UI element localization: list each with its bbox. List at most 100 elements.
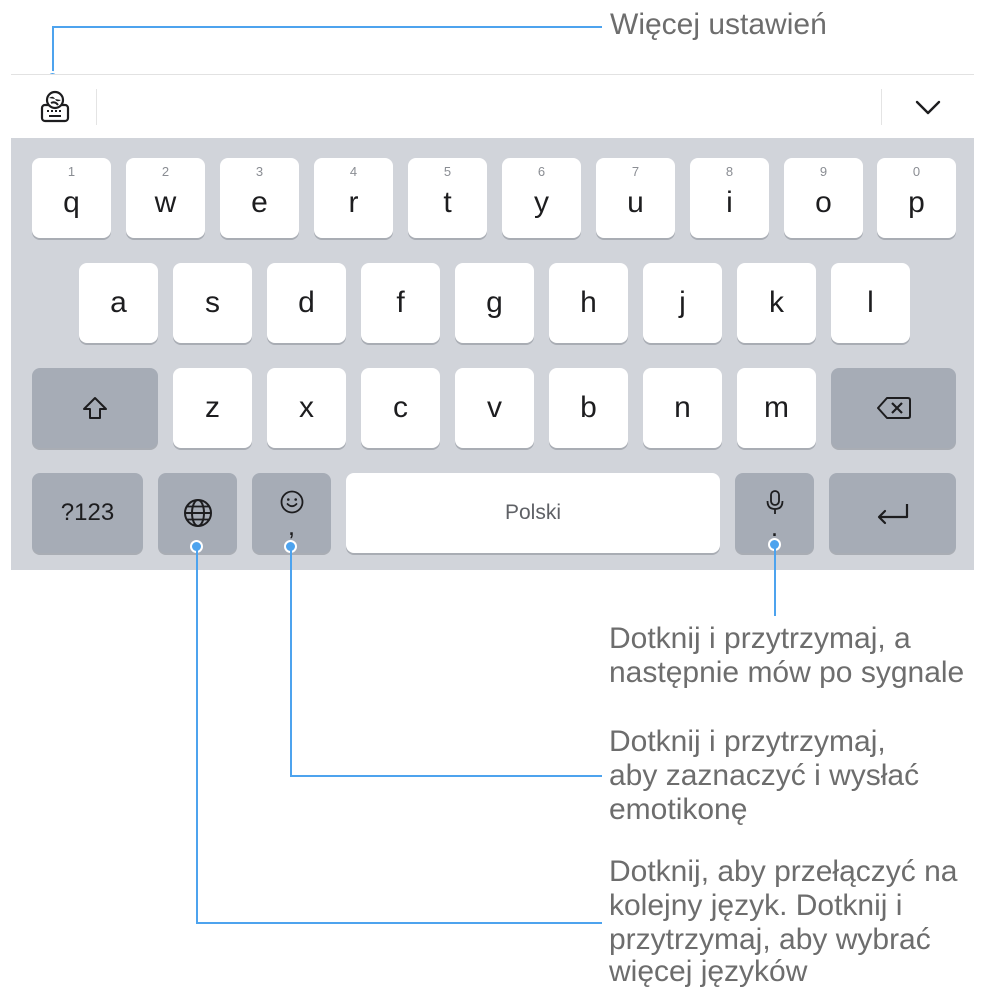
enter-arrow-icon bbox=[877, 504, 908, 525]
key-label: r bbox=[348, 186, 359, 219]
key-b[interactable]: b bbox=[549, 368, 628, 448]
language-callout-line-h bbox=[196, 922, 602, 924]
key-c[interactable]: c bbox=[361, 368, 440, 448]
globe-icon bbox=[183, 499, 212, 527]
key-u[interactable]: 7 u bbox=[596, 158, 675, 238]
key-s[interactable]: s bbox=[173, 263, 252, 343]
key-label: a bbox=[110, 286, 127, 319]
language-callout-line-v bbox=[196, 545, 198, 924]
emoji-comma-stack: , bbox=[279, 489, 305, 541]
key-label: g bbox=[486, 286, 503, 319]
key-q[interactable]: 1 q bbox=[32, 158, 111, 238]
key-hint: 3 bbox=[255, 164, 264, 179]
key-o[interactable]: 9 o bbox=[784, 158, 863, 238]
key-z[interactable]: z bbox=[173, 368, 252, 448]
key-hint: 1 bbox=[67, 164, 76, 179]
key-label: e bbox=[251, 186, 268, 219]
toolbar-divider-right bbox=[881, 89, 882, 125]
comma-label: , bbox=[287, 511, 296, 541]
key-label: k bbox=[769, 286, 784, 319]
key-label: l bbox=[867, 286, 874, 319]
key-label: q bbox=[63, 186, 80, 219]
key-hint: 9 bbox=[819, 164, 828, 179]
key-m[interactable]: m bbox=[737, 368, 816, 448]
emoji-callout-line-h bbox=[290, 775, 602, 777]
key-g[interactable]: g bbox=[455, 263, 534, 343]
emoji-callout-label-line2: aby zaznaczyć i wysłać bbox=[609, 759, 920, 792]
voice-period-stack: . bbox=[764, 489, 786, 542]
key-a[interactable]: a bbox=[79, 263, 158, 343]
emoji-callout-label-line1: Dotknij i przytrzymaj, bbox=[609, 725, 886, 758]
key-w[interactable]: 2 w bbox=[126, 158, 205, 238]
language-callout-label-line2: kolejny język. Dotknij i bbox=[609, 889, 903, 922]
key-t[interactable]: 5 t bbox=[408, 158, 487, 238]
chevron-down-icon[interactable] bbox=[911, 93, 945, 121]
key-label: z bbox=[205, 391, 220, 424]
key-label: c bbox=[393, 391, 408, 424]
settings-callout-line-v bbox=[52, 26, 54, 76]
key-label: o bbox=[815, 186, 832, 219]
key-p[interactable]: 0 p bbox=[877, 158, 956, 238]
key-r[interactable]: 4 r bbox=[314, 158, 393, 238]
period-label: . bbox=[770, 512, 779, 542]
voice-callout-line bbox=[774, 543, 776, 616]
key-label: x bbox=[299, 391, 314, 424]
shift-key[interactable] bbox=[32, 368, 158, 448]
key-j[interactable]: j bbox=[643, 263, 722, 343]
key-hint: 0 bbox=[912, 164, 921, 179]
backspace-icon bbox=[876, 397, 911, 419]
emoji-callout-line-v bbox=[290, 545, 292, 777]
key-l[interactable]: l bbox=[831, 263, 910, 343]
key-hint: 5 bbox=[443, 164, 452, 179]
shift-arrow-icon bbox=[83, 397, 107, 419]
key-hint: 7 bbox=[631, 164, 640, 179]
settings-callout-line-h bbox=[52, 26, 602, 28]
key-label: t bbox=[443, 186, 452, 219]
key-f[interactable]: f bbox=[361, 263, 440, 343]
key-k[interactable]: k bbox=[737, 263, 816, 343]
key-label: u bbox=[627, 186, 644, 219]
key-label: y bbox=[534, 186, 549, 219]
language-callout-label-line1: Dotknij, aby przełączyć na bbox=[609, 855, 958, 888]
key-x[interactable]: x bbox=[267, 368, 346, 448]
backspace-key[interactable] bbox=[831, 368, 956, 448]
key-hint: 2 bbox=[161, 164, 170, 179]
key-label: i bbox=[726, 186, 733, 219]
key-hint: 4 bbox=[349, 164, 358, 179]
voice-callout-label-line1: Dotknij i przytrzymaj, a bbox=[609, 622, 911, 655]
key-label: d bbox=[298, 286, 315, 319]
key-label: f bbox=[396, 286, 405, 319]
key-label: s bbox=[205, 286, 220, 319]
key-e[interactable]: 3 e bbox=[220, 158, 299, 238]
language-callout-label-line4: więcej języków bbox=[609, 955, 808, 988]
key-label: j bbox=[679, 286, 686, 319]
key-label: n bbox=[674, 391, 691, 424]
key-label: m bbox=[764, 391, 789, 424]
numbers-key[interactable]: ?123 bbox=[32, 473, 143, 553]
key-label: v bbox=[487, 391, 502, 424]
settings-callout-label: Więcej ustawień bbox=[610, 8, 827, 41]
space-key[interactable]: Polski bbox=[346, 473, 720, 553]
key-i[interactable]: 8 i bbox=[690, 158, 769, 238]
voice-callout-label-line2: następnie mów po sygnale bbox=[609, 656, 965, 689]
toolbar-divider-left bbox=[96, 89, 97, 125]
key-hint: 8 bbox=[725, 164, 734, 179]
language-callout-label-line3: przytrzymaj, aby wybrać bbox=[609, 923, 931, 956]
key-hint: 6 bbox=[537, 164, 546, 179]
keyboard-toolbar bbox=[11, 74, 974, 138]
keyboard: 1 q 2 w 3 e 4 r 5 t 6 y 7 u 8 i 9 o 0 p … bbox=[11, 138, 974, 570]
emoji-callout-label-line3: emotikonę bbox=[609, 793, 748, 826]
key-h[interactable]: h bbox=[549, 263, 628, 343]
key-label: w bbox=[154, 186, 177, 219]
key-label: p bbox=[908, 186, 925, 219]
key-y[interactable]: 6 y bbox=[502, 158, 581, 238]
keyboard-globe-settings-icon[interactable] bbox=[37, 89, 73, 125]
key-d[interactable]: d bbox=[267, 263, 346, 343]
key-label: b bbox=[580, 391, 597, 424]
key-n[interactable]: n bbox=[643, 368, 722, 448]
enter-key[interactable] bbox=[829, 473, 956, 553]
space-key-label: Polski bbox=[504, 501, 562, 524]
numbers-key-label: ?123 bbox=[60, 499, 115, 526]
key-v[interactable]: v bbox=[455, 368, 534, 448]
key-label: h bbox=[580, 286, 597, 319]
